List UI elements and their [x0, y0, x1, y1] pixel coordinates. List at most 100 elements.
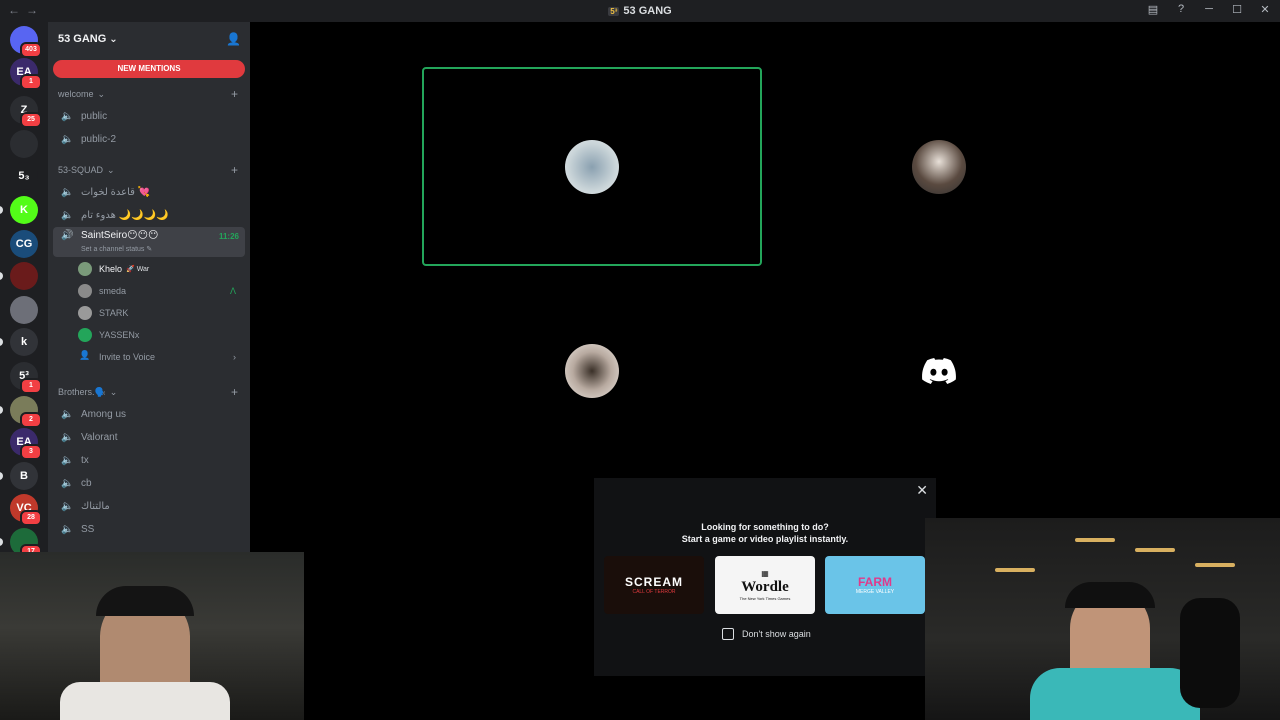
headphones [96, 586, 194, 616]
guild-header[interactable]: 53 GANG ⌄ 👤 [48, 22, 250, 56]
notification-badge: 3 [20, 444, 42, 460]
server-icon-cg[interactable]: CG [10, 230, 38, 258]
invite-to-voice[interactable]: 👤 Invite to Voice › [48, 346, 250, 368]
chevron-down-icon: ⌄ [97, 88, 106, 99]
notification-badge: 25 [20, 112, 42, 128]
voice-user[interactable]: Khelo 🚀 War [48, 258, 250, 280]
window-title: 5³ 53 GANG [608, 5, 672, 17]
speaker-icon: 🔈 [61, 209, 74, 221]
speaker-icon: 🔈 [61, 454, 74, 466]
category-brothers[interactable]: Brothers.🗣️ ⌄ + [48, 382, 250, 402]
video-tile-1[interactable] [422, 67, 762, 266]
add-channel-icon[interactable]: + [231, 385, 238, 399]
guild-name: 53 GANG [58, 33, 107, 45]
chevron-right-icon: › [233, 352, 236, 362]
activity-subheading: Start a game or video playlist instantly… [681, 534, 849, 544]
voice-channel[interactable]: 🔈 هدوء تام 🌙🌙🌙🌙 [53, 204, 245, 226]
avatar [911, 139, 966, 194]
speaker-icon: 🔈 [61, 110, 74, 122]
close-icon[interactable]: ✕ [1258, 3, 1272, 16]
notification-badge: 28 [20, 510, 42, 526]
unread-pip [0, 406, 3, 414]
avatar [78, 284, 92, 298]
server-icon-vc[interactable]: VC 28 [10, 494, 42, 526]
server-icon-discord-home[interactable]: 403 [10, 26, 42, 58]
fairy-lights [1075, 538, 1115, 542]
grid-icon: ▦ [761, 569, 769, 578]
game-card-scream[interactable]: SCREAM CALL OF TERROR [604, 556, 704, 614]
checkbox[interactable] [722, 628, 734, 640]
unread-pip [0, 206, 3, 214]
server-icon-gray[interactable] [10, 296, 38, 324]
maximize-icon[interactable]: ☐ [1230, 3, 1244, 16]
speaker-icon: 🔈 [61, 408, 74, 420]
active-voice-channel[interactable]: 🔊 SaintSeiro😶😶😶 11:26 Set a channel statu… [53, 227, 245, 257]
activity-icon: Λ [229, 286, 236, 296]
notification-badge: 2 [20, 412, 42, 428]
server-icon-red[interactable] [0, 262, 38, 290]
speaker-icon: 🔈 [61, 133, 74, 145]
minimize-icon[interactable]: ─ [1202, 3, 1216, 16]
add-user-icon: 👤 [79, 350, 91, 360]
inbox-icon[interactable]: ▤ [1146, 3, 1160, 16]
new-mentions-button[interactable]: NEW MENTIONS [53, 60, 245, 78]
server-icon-last[interactable]: 17 [0, 528, 42, 552]
server-icon-arabic[interactable] [10, 130, 38, 158]
voice-user[interactable]: YASSENx [48, 324, 250, 346]
server-icon-z[interactable]: Z 25 [10, 96, 42, 128]
server-icon-53[interactable]: 5₃ [10, 162, 38, 190]
channel-timer: 11:26 [218, 232, 239, 241]
speaker-icon: 🔈 [61, 477, 74, 489]
webcam-overlay-left [0, 552, 304, 720]
category-53-squad[interactable]: 53-SQUAD ⌄ + [48, 160, 250, 180]
add-channel-icon[interactable]: + [231, 87, 238, 101]
speaker-icon: 🔈 [61, 523, 74, 535]
unread-pip [0, 472, 3, 480]
game-card-farm[interactable]: FARM MERGE VALLEY [825, 556, 925, 614]
voice-channel[interactable]: 🔈 public-2 [53, 128, 245, 150]
server-icon-kick[interactable]: K [0, 196, 38, 224]
notification-badge: 403 [20, 42, 42, 58]
server-icon: 5³ [608, 7, 620, 16]
video-tile-3[interactable] [422, 272, 762, 470]
voice-channel[interactable]: 🔈 public [53, 105, 245, 127]
unread-pip [0, 272, 3, 280]
dont-show-again-checkbox[interactable]: Don't show again [722, 628, 811, 640]
voice-channel[interactable]: 🔈 cb [53, 472, 245, 494]
user-tag: 🚀 War [126, 266, 150, 273]
category-welcome[interactable]: welcome ⌄ + [48, 84, 250, 104]
server-icon-pic[interactable]: 2 [0, 396, 42, 428]
server-icon-b[interactable]: B [0, 462, 38, 490]
voice-channel[interactable]: 🔈 Among us [53, 403, 245, 425]
voice-channel[interactable]: 🔈 tx [53, 449, 245, 471]
close-icon[interactable]: ✕ [916, 482, 928, 499]
chair [1180, 598, 1240, 708]
streamer-shirt [60, 682, 230, 720]
channel-status[interactable]: Set a channel status ✎ [81, 245, 152, 253]
add-channel-icon[interactable]: + [231, 163, 238, 177]
video-tile-4[interactable] [768, 272, 1109, 470]
voice-user[interactable]: smeda Λ [48, 280, 250, 302]
voice-channel[interactable]: 🔈 Valorant [53, 426, 245, 448]
speaker-icon: 🔈 [61, 500, 74, 512]
window-controls: ▤ ? ─ ☐ ✕ [1146, 3, 1272, 16]
video-tile-2[interactable] [768, 67, 1109, 266]
voice-channel[interactable]: 🔈 SS [53, 518, 245, 540]
server-icon-ea[interactable]: EA 1 [10, 58, 42, 90]
channel-sidebar: 53 GANG ⌄ 👤 NEW MENTIONS welcome ⌄ + 🔈 pub… [48, 22, 250, 552]
voice-channel[interactable]: 🔈 مالتناك [53, 495, 245, 517]
notification-badge: 1 [20, 74, 42, 90]
speaker-icon: 🔈 [61, 186, 74, 198]
activity-launcher: ✕ Looking for something to do? Start a g… [594, 478, 936, 676]
speaker-icon: 🔊 [61, 230, 74, 241]
server-icon-ea2[interactable]: EA 3 [10, 428, 42, 460]
voice-channel[interactable]: 🔈 قاعدة لخوات 💘 [53, 181, 245, 203]
server-icon-53gang[interactable]: 5³ 1 [10, 362, 42, 394]
help-icon[interactable]: ? [1174, 3, 1188, 16]
discord-logo-icon [921, 358, 956, 384]
server-icon-k[interactable]: k [0, 328, 38, 356]
voice-user[interactable]: STARK [48, 302, 250, 324]
speaker-icon: 🔈 [61, 431, 74, 443]
game-card-wordle[interactable]: ▦ Wordle The New York Times Games [715, 556, 815, 614]
add-user-icon[interactable]: 👤 [226, 32, 241, 46]
